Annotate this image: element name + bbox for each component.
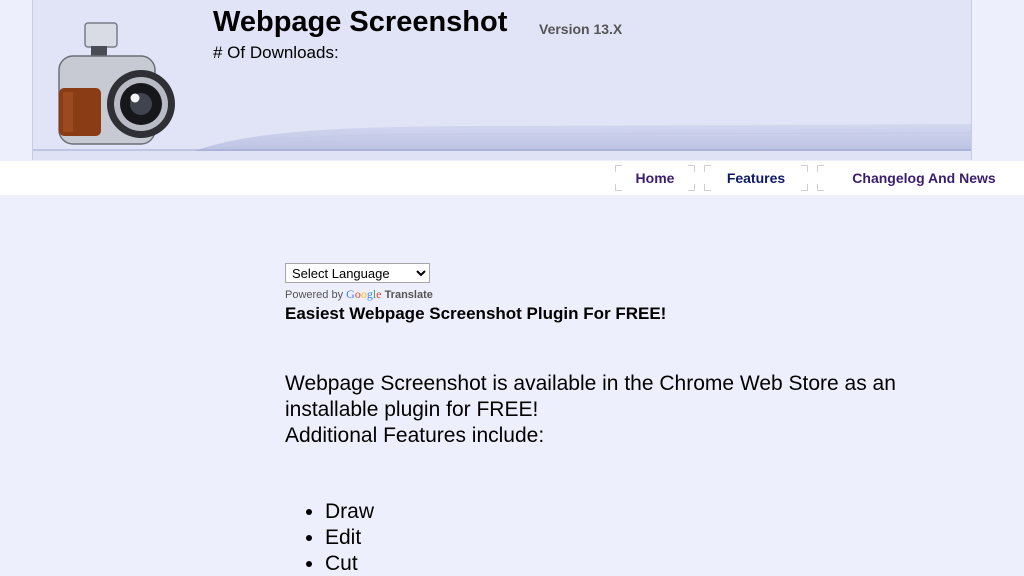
site-title: Webpage Screenshot — [213, 6, 508, 38]
google-translate-attribution: Powered by Google Translate — [285, 287, 985, 302]
nav-corner-decoration — [704, 165, 711, 172]
version-label: Version 13.X — [539, 21, 623, 37]
nav-corner-decoration — [615, 165, 622, 172]
intro-line: Webpage Screenshot is available in the C… — [285, 372, 896, 395]
main-nav: Home Features Changelog And News — [0, 161, 1024, 195]
nav-features-link[interactable]: Features — [704, 165, 808, 191]
page-tagline: Easiest Webpage Screenshot Plugin For FR… — [285, 304, 667, 323]
feature-item: Draw — [325, 499, 985, 525]
feature-item: Edit — [325, 525, 985, 551]
nav-corner-decoration — [688, 165, 695, 172]
main-content: Select Language Powered by Google Transl… — [285, 263, 985, 576]
camera-icon — [58, 22, 175, 145]
powered-by-label: Powered by — [285, 289, 344, 301]
language-select[interactable]: Select Language — [285, 263, 430, 283]
site-header: Webpage Screenshot Version 13.X # Of Dow… — [32, 0, 972, 160]
feature-list: Draw Edit Cut — [285, 499, 985, 576]
feature-item: Cut — [325, 551, 985, 576]
nav-changelog-link[interactable]: Changelog And News — [817, 165, 1024, 191]
page: Webpage Screenshot Version 13.X # Of Dow… — [0, 0, 1024, 576]
nav-corner-decoration — [704, 184, 711, 191]
translate-link[interactable]: Translate — [385, 289, 433, 301]
nav-corner-decoration — [688, 184, 695, 191]
nav-changelog-label: Changelog And News — [852, 170, 996, 186]
intro-text: Webpage Screenshot is available in the C… — [285, 371, 985, 449]
nav-corner-decoration — [817, 184, 824, 191]
google-logo: Google — [346, 287, 382, 301]
intro-line: installable plugin for FREE! — [285, 398, 539, 421]
nav-corner-decoration — [801, 184, 808, 191]
nav-corner-decoration — [817, 165, 824, 172]
nav-corner-decoration — [615, 184, 622, 191]
nav-home-label: Home — [635, 170, 675, 186]
nav-corner-decoration — [801, 165, 808, 172]
downloads-count-label: # Of Downloads: — [213, 43, 339, 62]
intro-line: Additional Features include: — [285, 424, 545, 447]
nav-features-label: Features — [726, 170, 786, 186]
nav-home-link[interactable]: Home — [615, 165, 695, 191]
